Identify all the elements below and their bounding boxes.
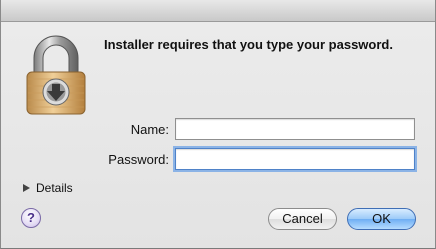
cancel-button[interactable]: Cancel: [268, 208, 337, 230]
password-label: Password:: [108, 152, 169, 167]
ok-button[interactable]: OK: [347, 208, 416, 230]
help-icon: ?: [27, 210, 35, 225]
authentication-dialog: Installer requires that you type your pa…: [0, 0, 436, 249]
title-bar[interactable]: [1, 0, 435, 22]
disclosure-triangle-icon[interactable]: [23, 184, 30, 192]
details-disclosure[interactable]: Details: [23, 181, 73, 195]
dialog-message: Installer requires that you type your pa…: [104, 37, 393, 52]
help-button[interactable]: ?: [21, 208, 41, 228]
name-label: Name:: [130, 122, 169, 137]
password-field[interactable]: [175, 148, 415, 170]
details-label: Details: [36, 181, 73, 195]
name-field[interactable]: [175, 118, 415, 140]
lock-icon: [26, 35, 86, 115]
